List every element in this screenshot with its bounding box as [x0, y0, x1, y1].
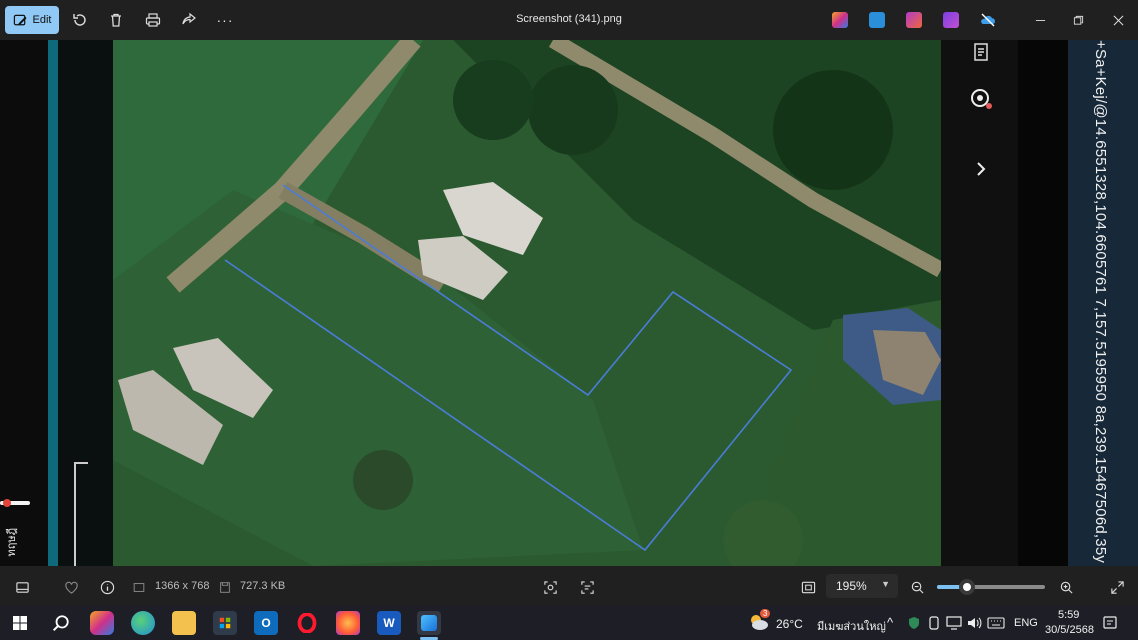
expand-icon [1110, 580, 1124, 594]
screenshot-left-edge: ทฤษฎี [0, 40, 113, 566]
edit-image-icon [13, 14, 27, 25]
zoom-slider-thumb[interactable] [959, 579, 976, 595]
fit-to-window-button[interactable] [799, 578, 817, 596]
photos-taskbar-icon[interactable] [417, 611, 441, 635]
screenshot-url-strip: +Sa+Kej/@14.6551328,104.6605761 7,157.51… [1068, 40, 1138, 566]
visual-search-button[interactable] [541, 578, 559, 596]
word-icon[interactable]: W [377, 611, 401, 635]
restore-icon [1073, 15, 1083, 25]
file-info-button[interactable] [98, 578, 116, 596]
edit-button[interactable]: Edit [5, 6, 59, 34]
scan-text-icon [580, 580, 594, 594]
zoom-out-icon [911, 581, 924, 594]
more-options-button[interactable]: ··· [215, 10, 235, 30]
dimensions-icon [132, 578, 146, 596]
outlook-icon[interactable]: O [254, 611, 278, 635]
chevron-down-icon: ▼ [881, 579, 890, 589]
zoom-slider[interactable] [937, 579, 1045, 595]
chevron-right-icon [969, 157, 993, 181]
microsoft-store-icon[interactable] [213, 611, 237, 635]
designer-icon[interactable] [869, 12, 885, 28]
opera-browser-icon[interactable] [295, 611, 319, 635]
close-button[interactable] [1099, 0, 1137, 40]
minimize-button[interactable] [1021, 0, 1059, 40]
left-overlay-text: ทฤษฎี [6, 528, 18, 557]
full-screen-button[interactable] [1108, 578, 1126, 596]
chevron-up-icon[interactable]: ^ [887, 615, 893, 630]
clipchamp-video-icon[interactable] [943, 12, 959, 28]
map-marker-icon [0, 495, 32, 507]
zoom-level-dropdown[interactable]: 195% ▼ [826, 574, 898, 598]
defender-icon[interactable] [907, 616, 921, 630]
keyboard-icon[interactable] [987, 616, 1005, 630]
title-bar: Edit ··· Screenshot (341).png [0, 0, 1138, 40]
file-size-icon [218, 578, 232, 596]
windows-taskbar: O W 3 26°C มีเมฆส่วนใหญ่ ^ ENG 5:59 30/5… [0, 606, 1138, 640]
share-button[interactable] [179, 10, 199, 30]
visual-search-icon [543, 580, 557, 594]
notifications-icon[interactable] [1102, 615, 1118, 631]
sync-icon[interactable] [928, 616, 940, 630]
onedrive-off-icon[interactable] [980, 12, 996, 28]
satellite-image [113, 40, 941, 566]
weather-temperature[interactable]: 26°C [776, 617, 803, 631]
minimize-icon [1035, 19, 1045, 21]
scan-text-button[interactable] [578, 578, 596, 596]
restore-button[interactable] [1059, 0, 1097, 40]
filmstrip-icon [15, 581, 29, 593]
firefox-icon[interactable] [336, 611, 360, 635]
window-title: Screenshot (341).png [516, 13, 622, 25]
screenshot-right-panel [941, 40, 1018, 566]
clipchamp-icon[interactable] [906, 12, 922, 28]
heart-icon [64, 581, 78, 594]
bottom-toolbar: 1366 x 768 727.3 KB 195% ▼ [0, 566, 1138, 606]
network-icon[interactable] [946, 616, 962, 630]
info-icon [100, 580, 114, 594]
zoom-level-value: 195% [836, 579, 867, 593]
map-scale-bracket [74, 462, 88, 566]
search-button[interactable] [49, 611, 73, 635]
file-size: 727.3 KB [240, 580, 286, 592]
weather-icon[interactable]: 3 [748, 609, 771, 632]
clock-time[interactable]: 5:59 [1058, 609, 1079, 621]
screenshot-right-edge [1018, 40, 1068, 566]
zoom-in-button[interactable] [1057, 578, 1075, 596]
start-button[interactable] [8, 611, 32, 635]
url-overlay-text: +Sa+Kej/@14.6551328,104.6605761 7,157.51… [1092, 40, 1109, 564]
rotate-button[interactable] [70, 10, 90, 30]
input-language[interactable]: ENG [1014, 617, 1038, 629]
filmstrip-button[interactable] [13, 578, 31, 596]
favorite-button[interactable] [62, 578, 80, 596]
print-button[interactable] [143, 10, 163, 30]
delete-button[interactable] [106, 10, 126, 30]
rotate-icon [73, 14, 86, 26]
share-icon [182, 12, 196, 25]
edit-button-label: Edit [32, 14, 52, 26]
printer-icon [145, 13, 161, 27]
weather-description[interactable]: มีเมฆส่วนใหญ่ [817, 617, 886, 635]
copilot-icon[interactable] [832, 12, 848, 28]
fit-window-icon [801, 581, 815, 593]
app-logo-icon [969, 86, 993, 110]
search-icon [52, 615, 69, 632]
trash-icon [111, 13, 121, 27]
image-dimensions: 1366 x 768 [155, 580, 210, 592]
clock-date[interactable]: 30/5/2568 [1045, 624, 1094, 636]
image-viewport[interactable]: ทฤษฎี +Sa+Kej/@14.6551328,104.6605761 7,… [0, 40, 1138, 566]
zoom-out-button[interactable] [908, 578, 926, 596]
document-icon [969, 40, 993, 64]
close-icon [1113, 15, 1123, 25]
photos-app-window: Edit ··· Screenshot (341).png ทฤษฎี +Sa+… [0, 0, 1138, 640]
zoom-in-icon [1060, 581, 1073, 594]
windows-logo-icon [13, 616, 27, 630]
edge-browser-icon[interactable] [131, 611, 155, 635]
volume-icon[interactable] [967, 616, 983, 630]
file-explorer-icon[interactable] [172, 611, 196, 635]
copilot-taskbar-icon[interactable] [90, 611, 114, 635]
